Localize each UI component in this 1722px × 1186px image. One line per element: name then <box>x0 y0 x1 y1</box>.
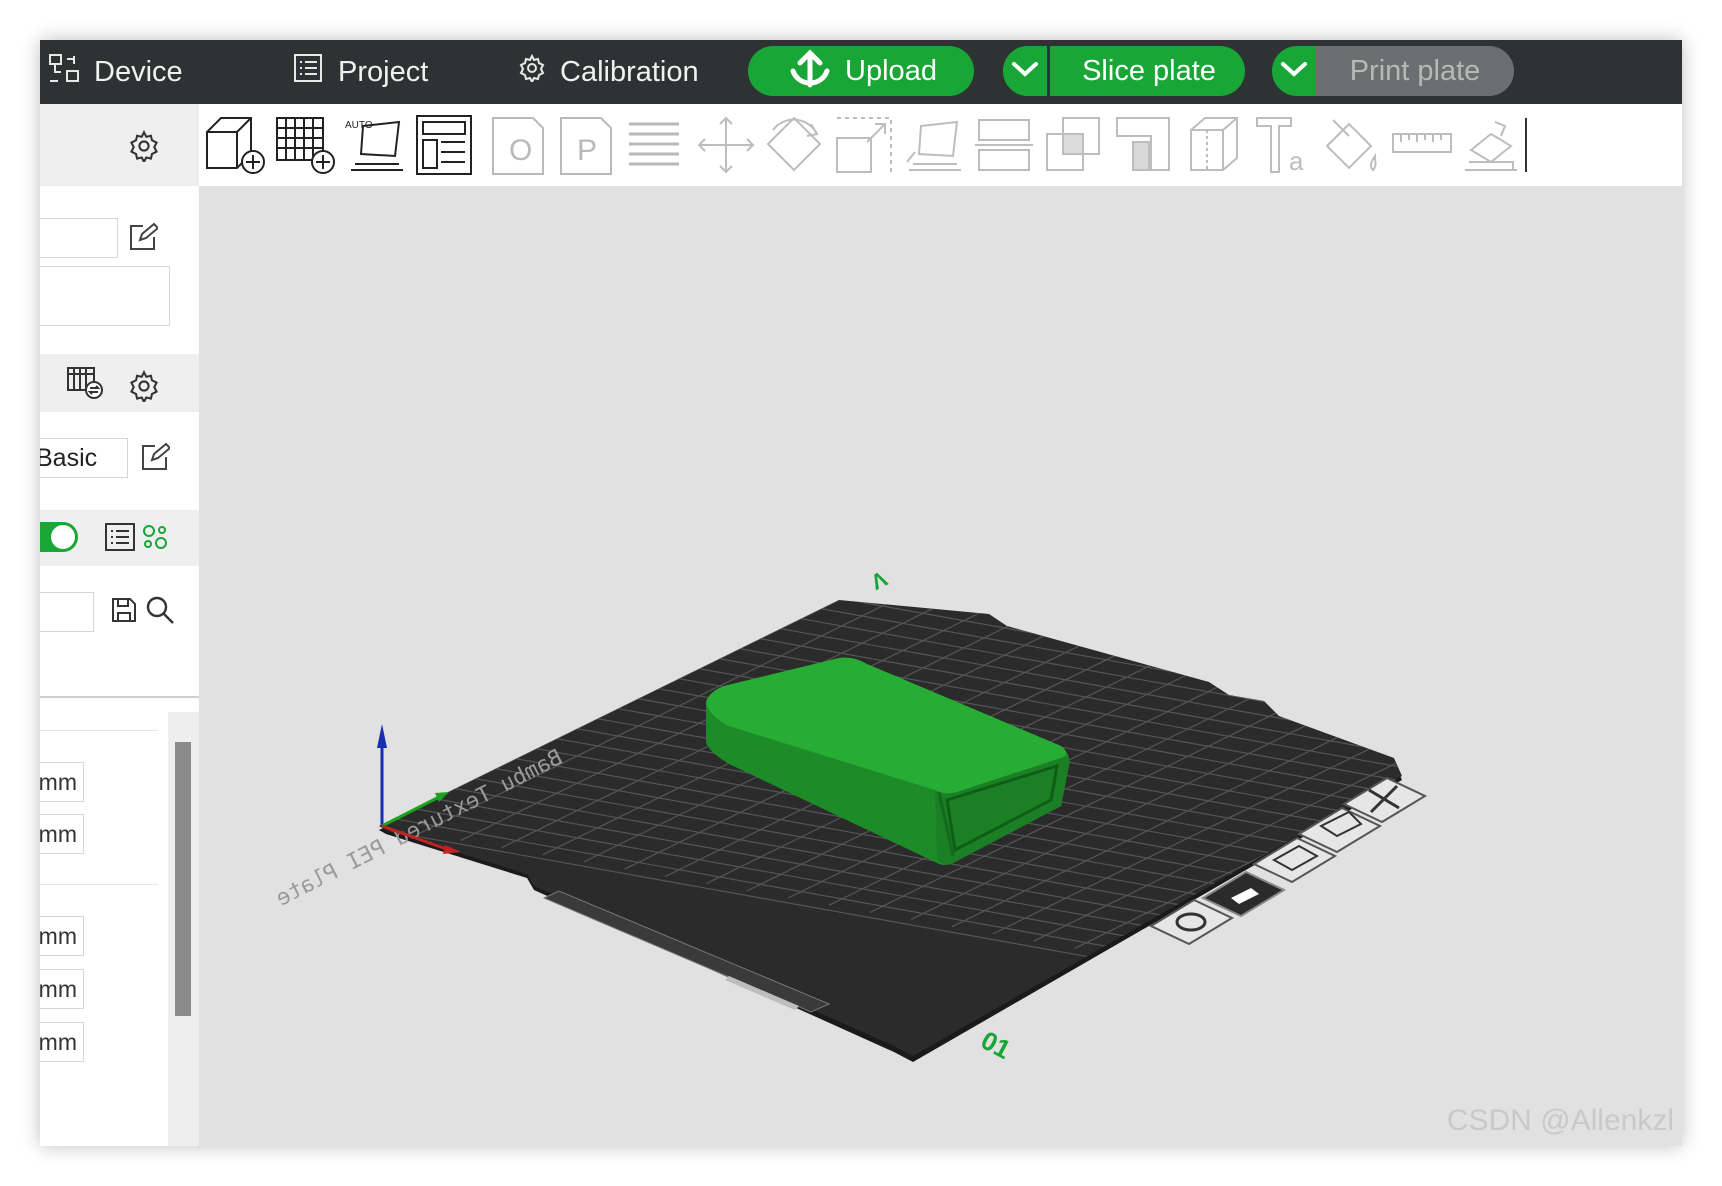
section-divider <box>40 696 199 698</box>
print-dropdown-button[interactable] <box>1272 46 1316 96</box>
calibration-label: Calibration <box>560 55 699 88</box>
chevron-down-icon <box>1279 60 1309 83</box>
svg-text:O: O <box>509 134 532 167</box>
assembly-icon[interactable] <box>1457 112 1523 178</box>
unit-label: mm <box>40 975 77 1002</box>
scrollbar-thumb[interactable] <box>175 742 191 1016</box>
scale-icon[interactable] <box>831 112 897 178</box>
left-sidebar: Basic mm mm mm mm mm <box>40 104 199 1146</box>
toolbar: AUTO O P a <box>199 104 1682 186</box>
top-bar: Device Project Calibration Upload Slice … <box>40 40 1682 104</box>
3d-viewport[interactable]: Bambu Textured PEI Plate 01 Λ CSDN @Alle… <box>199 186 1682 1146</box>
save-icon[interactable] <box>110 596 138 629</box>
upload-label: Upload <box>845 54 937 87</box>
boolean-icon[interactable] <box>1041 112 1107 178</box>
search-field[interactable] <box>40 592 94 632</box>
variable-layer-icon[interactable] <box>621 112 687 178</box>
unit-label: mm <box>40 820 77 847</box>
measure-icon[interactable] <box>1389 112 1455 178</box>
support-paint-icon[interactable] <box>1111 112 1177 178</box>
project-label: Project <box>338 55 429 88</box>
upload-button[interactable]: Upload <box>748 46 974 96</box>
scrollbar-track[interactable] <box>168 712 199 1146</box>
unit-label: mm <box>40 768 77 795</box>
device-label: Device <box>94 55 183 88</box>
filament-settings-gear-icon[interactable] <box>128 369 160 407</box>
calibration-tab[interactable]: Calibration <box>518 40 699 104</box>
chevron-down-icon <box>1010 60 1040 83</box>
split-objects-icon[interactable]: O <box>485 112 551 178</box>
slice-split-button: Slice plate <box>1003 46 1245 96</box>
process-preset-value: Basic <box>40 443 98 472</box>
unit-field[interactable]: mm <box>40 814 84 854</box>
unit-field[interactable]: mm <box>40 762 84 802</box>
slice-label: Slice plate <box>1082 54 1216 87</box>
add-plate-icon[interactable] <box>273 112 339 178</box>
unit-field[interactable]: mm <box>40 969 84 1009</box>
search-icon[interactable] <box>144 594 176 631</box>
add-object-icon[interactable] <box>203 112 269 178</box>
print-plate-button[interactable]: Print plate <box>1316 46 1514 96</box>
bambu-studio-window: Device Project Calibration Upload Slice … <box>40 40 1682 1146</box>
rotate-icon[interactable] <box>761 112 827 178</box>
printer-section-header <box>40 104 199 186</box>
compare-settings-icon[interactable] <box>140 522 170 557</box>
divider <box>40 730 158 731</box>
unit-label: mm <box>40 1028 77 1055</box>
printer-settings-gear-icon[interactable] <box>128 129 160 167</box>
edit-icon[interactable] <box>140 442 172 477</box>
calibration-gear-icon <box>518 53 560 90</box>
build-plate-scene: Bambu Textured PEI Plate 01 Λ <box>272 566 1428 1065</box>
toolbar-separator <box>1525 118 1527 172</box>
printer-preset-field[interactable] <box>40 218 118 258</box>
project-tab[interactable]: Project <box>292 40 428 104</box>
plate-type-field[interactable] <box>40 266 170 326</box>
lay-on-face-icon[interactable] <box>901 112 967 178</box>
plate-orientation-mark: Λ <box>867 566 891 595</box>
upload-icon <box>785 49 835 93</box>
edit-icon[interactable] <box>128 222 160 257</box>
advanced-toggle[interactable] <box>40 522 78 552</box>
divider <box>40 884 158 885</box>
svg-text:P: P <box>577 134 597 167</box>
device-icon <box>48 52 94 92</box>
filament-section-header <box>40 354 199 412</box>
list-view-icon[interactable] <box>104 522 136 557</box>
color-paint-icon[interactable] <box>1319 112 1385 178</box>
print-label: Print plate <box>1349 54 1481 87</box>
watermark: CSDN @Allenkzl <box>1446 1104 1674 1137</box>
slice-dropdown-button[interactable] <box>1003 46 1050 96</box>
svg-text:a: a <box>1289 146 1304 176</box>
split-parts-icon[interactable]: P <box>553 112 619 178</box>
device-tab[interactable]: Device <box>48 40 183 104</box>
print-split-button: Print plate <box>1272 46 1514 96</box>
text-icon[interactable]: a <box>1251 112 1317 178</box>
move-icon[interactable] <box>693 112 759 178</box>
auto-orient-icon[interactable]: AUTO <box>343 112 409 178</box>
filament-sync-icon[interactable] <box>66 366 104 405</box>
project-icon <box>292 52 338 92</box>
seam-paint-icon[interactable] <box>1181 112 1247 178</box>
plate-number: 01 <box>976 1025 1016 1065</box>
cut-icon[interactable] <box>971 112 1037 178</box>
unit-field[interactable]: mm <box>40 916 84 956</box>
process-preset-field[interactable]: Basic <box>40 438 128 478</box>
arrange-icon[interactable] <box>411 112 477 178</box>
unit-label: mm <box>40 922 77 949</box>
unit-field[interactable]: mm <box>40 1022 84 1062</box>
